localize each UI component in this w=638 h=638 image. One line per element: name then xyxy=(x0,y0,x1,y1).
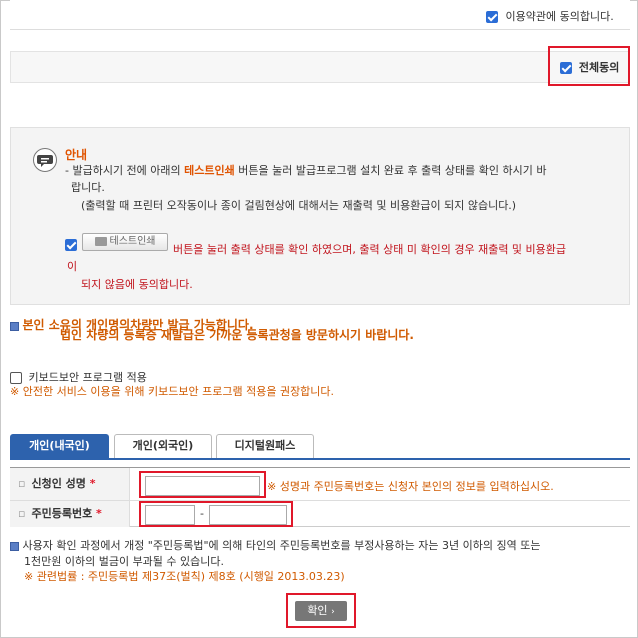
info-square-icon xyxy=(10,321,19,331)
notice-line-1: - 발급하시기 전에 아래의 테스트인쇄 버튼을 눌러 발급프로그램 설치 완료… xyxy=(65,163,546,178)
test-print-confirm-text-1: 버튼을 눌러 출력 상태를 확인 하였으며, 출력 상태 미 확인의 경우 재출… xyxy=(173,243,567,256)
tab-digital-onepass[interactable]: 디지털원패스 xyxy=(216,434,314,458)
rrn-row-header: ▫ 주민등록번호 * xyxy=(10,501,130,527)
terms-agree-checkbox[interactable] xyxy=(486,11,498,23)
name-required-mark: * xyxy=(89,477,96,490)
printer-icon xyxy=(94,236,107,246)
legal-line-2: 1천만원 이하의 벌금이 부과될 수 있습니다. xyxy=(24,555,225,568)
test-print-button[interactable]: 테스트인쇄 xyxy=(82,233,168,251)
notice-line-1-pre: - 발급하시기 전에 아래의 xyxy=(65,164,185,177)
tab-domestic[interactable]: 개인(내국인) xyxy=(10,434,109,458)
rrn-input-highlight xyxy=(139,501,293,527)
speech-bubble-icon xyxy=(33,148,57,172)
all-agree-bar xyxy=(10,51,630,83)
terms-agree[interactable]: 이용약관에 동의합니다. xyxy=(486,8,614,24)
info-square-icon xyxy=(10,541,19,551)
tab-underline xyxy=(10,458,630,460)
bullet-icon: ▫ xyxy=(18,507,26,520)
name-label: 신청인 성명 xyxy=(31,477,86,490)
notice-line-1-post: 버튼을 눌러 발급프로그램 설치 완료 후 출력 상태를 확인 하시기 바 xyxy=(234,164,547,177)
name-row-header: ▫ 신청인 성명 * xyxy=(10,468,130,500)
notice-test-print-highlight: 테스트인쇄 xyxy=(184,164,235,177)
test-print-agree[interactable] xyxy=(65,238,77,251)
test-print-agree-checkbox[interactable] xyxy=(65,239,77,251)
keyboard-security-note: ※ 안전한 서비스 이용을 위해 키보드보안 프로그램 적용을 권장합니다. xyxy=(10,385,335,398)
rrn-required-mark: * xyxy=(96,507,102,520)
notice-line-3: (출력할 때 프린터 오작동이나 종이 걸림현상에 대해서는 재출력 및 비용환… xyxy=(81,199,517,212)
name-hint: ※ 성명과 주민등록번호는 신청자 본인의 정보를 입력하십시오. xyxy=(267,480,554,493)
rrn-label: 주민등록번호 xyxy=(31,507,93,520)
notice-title: 안내 xyxy=(65,148,88,162)
bullet-icon: ▫ xyxy=(18,477,26,490)
test-print-confirm-text-2: 이 xyxy=(67,260,78,273)
notice-line-2: 랍니다. xyxy=(71,181,105,194)
name-input-highlight xyxy=(139,471,266,498)
legal-line-1: 사용자 확인 과정에서 개정 "주민등록법"에 의해 타인의 주민등록번호를 부… xyxy=(10,538,540,553)
warning-line-2: 법인 차량의 등록증 재발급은 가까운 등록관청을 방문하시기 바랍니다. xyxy=(60,328,414,342)
terms-agree-label: 이용약관에 동의합니다. xyxy=(505,10,614,23)
test-print-button-label: 테스트인쇄 xyxy=(109,236,156,247)
all-agree-highlight xyxy=(548,46,630,86)
tab-foreigner[interactable]: 개인(외국인) xyxy=(114,434,212,458)
legal-line-3: ※ 관련법률 : 주민등록법 제37조(벌칙) 제8호 (시행일 2013.03… xyxy=(24,570,345,583)
test-print-confirm-text-3: 되지 않음에 동의합니다. xyxy=(81,278,193,291)
confirm-button-highlight xyxy=(286,593,356,628)
legal-line-1-text: 사용자 확인 과정에서 개정 "주민등록법"에 의해 타인의 주민등록번호를 부… xyxy=(22,539,541,552)
